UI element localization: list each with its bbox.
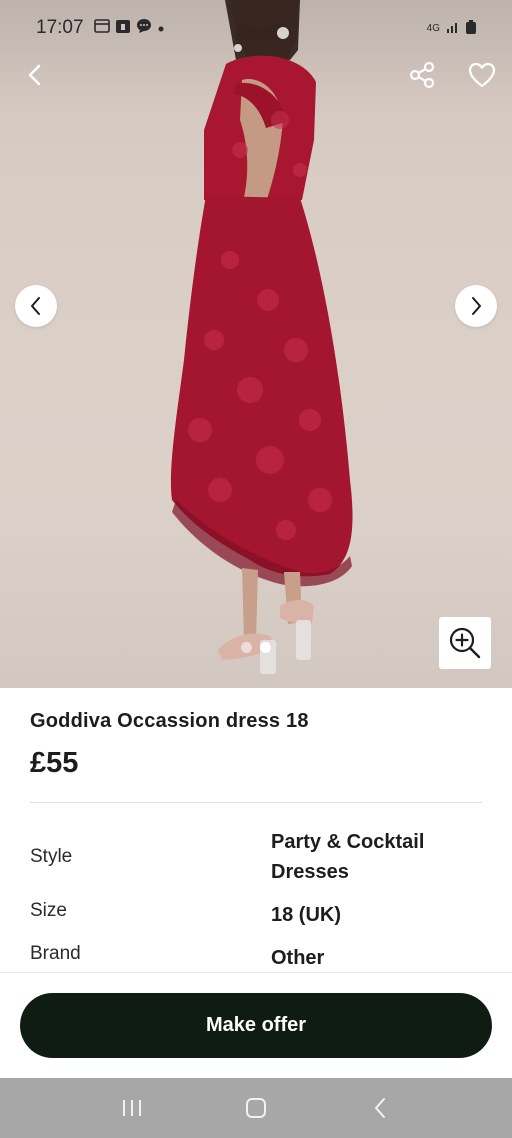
share-icon	[409, 61, 435, 89]
product-photo	[170, 0, 353, 674]
back-button[interactable]	[18, 58, 52, 92]
chevron-right-icon	[472, 297, 481, 315]
attribute-row-style: Style Party & Cocktail Dresses	[30, 827, 482, 887]
zoom-in-icon	[449, 627, 481, 659]
image-pagination	[0, 642, 512, 653]
attribute-value: Other	[271, 947, 325, 969]
previous-image-button[interactable]	[15, 285, 57, 327]
attribute-row-brand: Brand Other	[30, 943, 482, 973]
back-icon	[375, 1098, 385, 1118]
make-offer-button[interactable]: Make offer	[20, 993, 492, 1058]
attribute-label: Brand	[30, 943, 81, 964]
pagination-dot[interactable]	[241, 642, 252, 653]
home-button[interactable]	[236, 1088, 276, 1128]
product-title: Goddiva Occassion dress 18	[30, 710, 309, 732]
more-dot-icon	[158, 19, 164, 37]
favorite-button[interactable]	[464, 58, 500, 92]
network-label: 4G	[426, 22, 440, 34]
home-icon	[246, 1098, 266, 1118]
share-button[interactable]	[404, 58, 440, 92]
product-image-gallery[interactable]	[0, 0, 512, 688]
battery-icon	[466, 19, 476, 37]
calendar-icon	[93, 18, 110, 38]
attribute-value: 18 (UK)	[271, 904, 342, 926]
status-bar: 17:07 4G	[0, 0, 512, 56]
chat-bubble-icon	[136, 18, 152, 39]
next-image-button[interactable]	[455, 285, 497, 327]
details-divider	[30, 802, 482, 803]
system-navigation-bar	[0, 1078, 512, 1138]
notification-icons	[93, 18, 164, 39]
recent-apps-icon	[123, 1100, 141, 1116]
attribute-label: Size	[30, 900, 67, 921]
status-indicators: 4G	[426, 19, 476, 37]
system-back-button[interactable]	[360, 1088, 400, 1128]
recent-apps-button[interactable]	[112, 1088, 152, 1128]
chevron-left-icon	[28, 64, 41, 86]
date-badge-icon	[115, 19, 130, 38]
attribute-value: Party & Cocktail Dresses	[271, 831, 425, 883]
status-time: 17:07	[36, 17, 84, 38]
zoom-button[interactable]	[439, 617, 491, 669]
product-details: Goddiva Occassion dress 18 £55	[30, 688, 482, 803]
attribute-row-size: Size 18 (UK)	[30, 900, 482, 930]
heart-icon	[468, 62, 496, 88]
chevron-left-icon	[31, 297, 40, 315]
attribute-label: Style	[30, 846, 73, 867]
pagination-dot-active[interactable]	[260, 642, 271, 653]
product-price: £55	[30, 747, 79, 779]
signal-icon	[446, 21, 460, 36]
